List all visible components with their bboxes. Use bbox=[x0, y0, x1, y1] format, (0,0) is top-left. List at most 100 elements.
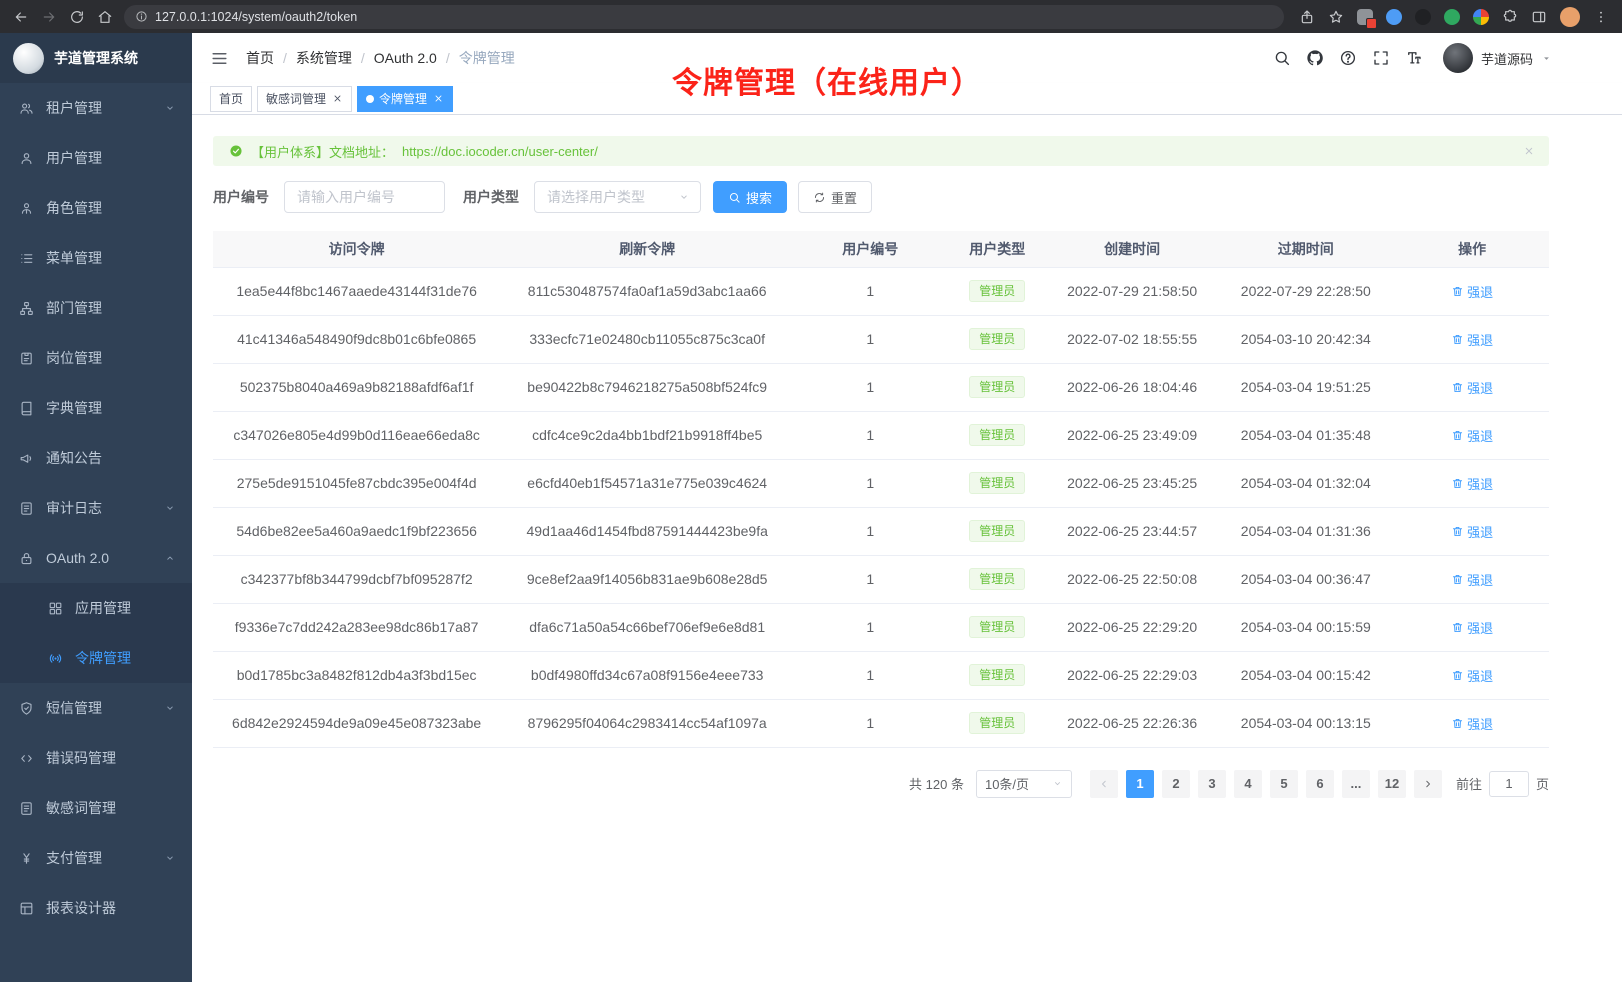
menu-list-icon bbox=[19, 251, 34, 266]
force-logout-button[interactable]: 强退 bbox=[1451, 666, 1493, 685]
force-logout-label: 强退 bbox=[1467, 618, 1493, 637]
force-logout-button[interactable]: 强退 bbox=[1451, 570, 1493, 589]
question-button[interactable] bbox=[1332, 33, 1365, 83]
extension-blue-icon[interactable] bbox=[1386, 9, 1402, 25]
github-icon bbox=[1306, 49, 1324, 67]
force-logout-button[interactable]: 强退 bbox=[1451, 714, 1493, 733]
extension-green-icon[interactable] bbox=[1444, 9, 1460, 25]
pager-page-button[interactable]: 6 bbox=[1306, 770, 1334, 798]
sidebar-item[interactable]: 错误码管理 bbox=[0, 733, 192, 783]
sidebar-item[interactable]: 字典管理 bbox=[0, 383, 192, 433]
sidebar-item[interactable]: 菜单管理 bbox=[0, 233, 192, 283]
info-icon[interactable] bbox=[135, 10, 148, 23]
expire-time-cell: 2054-03-04 00:15:42 bbox=[1216, 651, 1395, 699]
tab-item[interactable]: 敏感词管理 bbox=[257, 86, 352, 112]
access-token-cell: 54d6be82ee5a460a9aedc1f9bf223656 bbox=[213, 507, 500, 555]
force-logout-button[interactable]: 强退 bbox=[1451, 282, 1493, 301]
back-button[interactable] bbox=[8, 4, 34, 30]
sidebar-item[interactable]: 租户管理 bbox=[0, 83, 192, 133]
sidebar-item-label: 岗位管理 bbox=[46, 348, 102, 368]
home-button[interactable] bbox=[92, 4, 118, 30]
goto-page-input[interactable] bbox=[1489, 771, 1529, 797]
user-menu[interactable]: 芋道源码 bbox=[1443, 43, 1552, 73]
profile-avatar-icon[interactable] bbox=[1560, 7, 1580, 27]
access-token-cell: f9336e7c7dd242a283ee98dc86b17a87 bbox=[213, 603, 500, 651]
user-type-select[interactable]: 请选择用户类型 bbox=[534, 181, 701, 213]
user-type-badge: 管理员 bbox=[969, 424, 1025, 446]
chevron-left-icon bbox=[1098, 778, 1110, 790]
forward-button[interactable] bbox=[36, 4, 62, 30]
create-time-cell: 2022-07-29 21:58:50 bbox=[1048, 267, 1216, 315]
force-logout-button[interactable]: 强退 bbox=[1451, 426, 1493, 445]
pager-page-button[interactable]: 5 bbox=[1270, 770, 1298, 798]
pager-more-button[interactable]: ... bbox=[1342, 770, 1370, 798]
force-logout-button[interactable]: 强退 bbox=[1451, 330, 1493, 349]
breadcrumb-item[interactable]: 首页 bbox=[246, 48, 274, 68]
sidebar-item-label: 敏感词管理 bbox=[46, 798, 116, 818]
star-button[interactable] bbox=[1323, 4, 1349, 30]
pager-page-button[interactable]: 3 bbox=[1198, 770, 1226, 798]
search-button[interactable]: 搜索 bbox=[713, 181, 787, 213]
reset-button[interactable]: 重置 bbox=[798, 181, 872, 213]
sidebar-item[interactable]: 部门管理 bbox=[0, 283, 192, 333]
sidebar-item[interactable]: 角色管理 bbox=[0, 183, 192, 233]
sidebar-item[interactable]: 敏感词管理 bbox=[0, 783, 192, 833]
sidebar-item[interactable]: 报表设计器 bbox=[0, 883, 192, 933]
side-panel-button[interactable] bbox=[1526, 4, 1552, 30]
pager-page-button[interactable]: 12 bbox=[1378, 770, 1406, 798]
sidebar-item[interactable]: 审计日志 bbox=[0, 483, 192, 533]
token-row: c347026e805e4d99b0d116eae66eda8ccdfc4ce9… bbox=[213, 411, 1549, 459]
search-button[interactable] bbox=[1266, 33, 1299, 83]
sidebar-item-label: 报表设计器 bbox=[46, 898, 116, 918]
alert-doc-link[interactable]: https://doc.iocoder.cn/user-center/ bbox=[402, 144, 598, 159]
force-logout-button[interactable]: 强退 bbox=[1451, 522, 1493, 541]
pagination: 共 120 条 10条/页 123456...12 前往 页 bbox=[213, 770, 1549, 798]
trash-icon bbox=[1451, 477, 1464, 490]
more-menu-button[interactable] bbox=[1588, 4, 1614, 30]
reset-button-label: 重置 bbox=[831, 188, 857, 207]
page-size-select[interactable]: 10条/页 bbox=[976, 770, 1072, 798]
extension-pinwheel-icon[interactable] bbox=[1473, 9, 1489, 25]
column-header: 用户类型 bbox=[946, 231, 1048, 267]
pager-page-button[interactable]: 4 bbox=[1234, 770, 1262, 798]
prev-page-button[interactable] bbox=[1090, 770, 1118, 798]
tab-item[interactable]: 首页 bbox=[210, 86, 252, 112]
sidebar-item[interactable]: 短信管理 bbox=[0, 683, 192, 733]
reload-button[interactable] bbox=[64, 4, 90, 30]
pager-page-button[interactable]: 2 bbox=[1162, 770, 1190, 798]
user-type-badge: 管理员 bbox=[969, 664, 1025, 686]
sidebar-item[interactable]: 岗位管理 bbox=[0, 333, 192, 383]
tab-item[interactable]: 令牌管理 bbox=[357, 86, 453, 112]
force-logout-button[interactable]: 强退 bbox=[1451, 474, 1493, 493]
breadcrumb-item[interactable]: 系统管理 bbox=[296, 48, 352, 68]
announcement-icon bbox=[19, 451, 34, 466]
column-header: 访问令牌 bbox=[213, 231, 500, 267]
role-icon bbox=[19, 201, 34, 216]
extension-apps-icon[interactable] bbox=[1357, 9, 1373, 25]
breadcrumb-item[interactable]: OAuth 2.0 bbox=[374, 50, 437, 66]
pager-page-button[interactable]: 1 bbox=[1126, 770, 1154, 798]
sidebar-item[interactable]: OAuth 2.0 bbox=[0, 533, 192, 583]
sidebar-item[interactable]: 支付管理 bbox=[0, 833, 192, 883]
next-page-button[interactable] bbox=[1414, 770, 1442, 798]
extension-globe-icon[interactable] bbox=[1415, 9, 1431, 25]
share-button[interactable] bbox=[1294, 4, 1320, 30]
sidebar-item[interactable]: 通知公告 bbox=[0, 433, 192, 483]
close-tab-icon[interactable] bbox=[433, 93, 444, 104]
sidebar-item[interactable]: 应用管理 bbox=[0, 583, 192, 633]
sidebar-item[interactable]: 用户管理 bbox=[0, 133, 192, 183]
sidebar-toggle-button[interactable] bbox=[192, 33, 246, 83]
sidebar-item[interactable]: 令牌管理 bbox=[0, 633, 192, 683]
close-alert-icon[interactable] bbox=[1523, 145, 1535, 157]
force-logout-button[interactable]: 强退 bbox=[1451, 618, 1493, 637]
user-id-input[interactable] bbox=[284, 181, 445, 213]
address-bar[interactable]: 127.0.0.1:1024/system/oauth2/token bbox=[124, 5, 1284, 29]
fullscreen-button[interactable] bbox=[1365, 33, 1398, 83]
browser-toolbar: 127.0.0.1:1024/system/oauth2/token bbox=[0, 0, 1622, 33]
close-tab-icon[interactable] bbox=[332, 93, 343, 104]
extension-puzzle-button[interactable] bbox=[1497, 4, 1523, 30]
force-logout-button[interactable]: 强退 bbox=[1451, 378, 1493, 397]
font-size-button[interactable] bbox=[1398, 33, 1431, 83]
app-logo-row[interactable]: 芋道管理系统 bbox=[0, 33, 192, 83]
github-button[interactable] bbox=[1299, 33, 1332, 83]
